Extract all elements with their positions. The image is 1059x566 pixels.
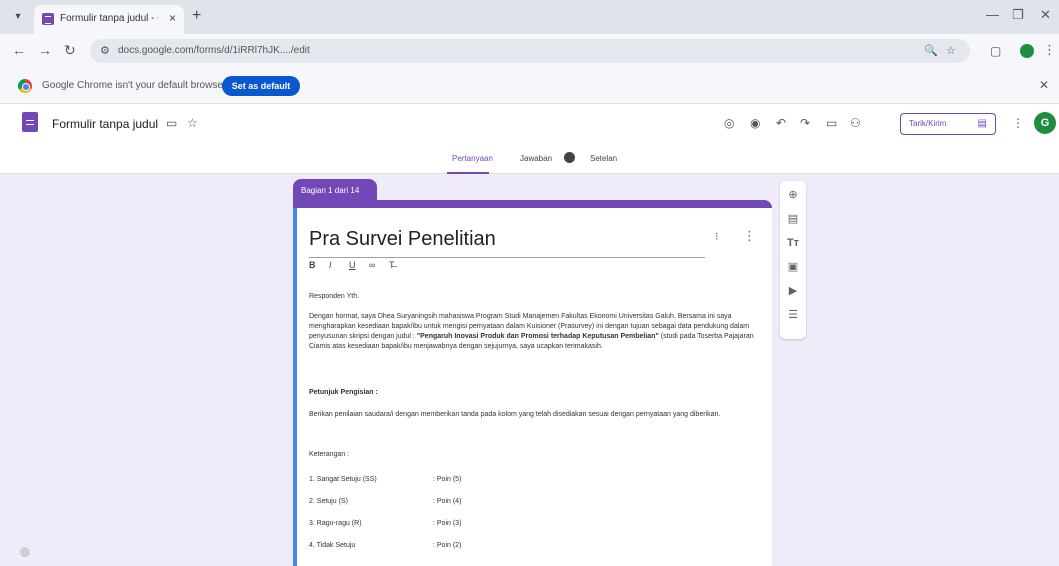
add-section-icon[interactable]: ☰	[785, 307, 801, 323]
back-arrow-icon[interactable]: ←	[12, 42, 26, 58]
set-default-button[interactable]: Set as default	[222, 76, 300, 96]
browser-menu-icon[interactable]: ⋮	[1043, 42, 1056, 58]
forward-arrow-icon[interactable]: →	[38, 42, 52, 58]
legend-label: 3. Ragu-ragu (R)	[309, 520, 362, 527]
redo-icon[interactable]: ↷	[800, 116, 810, 130]
instructions-text: Berikan penilaian saudara/i dengan membe…	[309, 411, 721, 418]
legend-row: 2. Setuju (S) : Poin (4)	[309, 498, 461, 505]
form-tabs: Pertanyaan Jawaban Setelan	[0, 148, 1059, 174]
site-info-icon[interactable]: ⚙	[100, 44, 110, 57]
section-title[interactable]: Pra Survei Penelitian	[309, 228, 705, 258]
legend-row: 1. Sangat Setuju (SS) : Poin (5)	[309, 476, 461, 483]
question-toolbar: ⊕ ▤ Tт ▣ ▶ ☰	[780, 181, 806, 339]
legend-value: : Poin (3)	[433, 520, 462, 527]
extensions-icon[interactable]: ▢	[990, 44, 1001, 58]
default-browser-infobar: Google Chrome isn't your default browser…	[0, 68, 1059, 104]
send-button[interactable]: Tarik/Kirim ▤	[900, 113, 996, 135]
add-collaborator-icon[interactable]: ⚇	[850, 116, 861, 130]
profile-icon[interactable]	[1020, 44, 1034, 58]
add-title-icon[interactable]: Tт	[785, 235, 801, 251]
drag-handle-icon[interactable]: ⁝	[715, 230, 719, 243]
new-tab-plus-icon[interactable]: +	[192, 8, 201, 24]
instructions-heading: Petunjuk Pengisian :	[309, 389, 378, 396]
more-options-icon[interactable]: ⋮	[1012, 116, 1024, 130]
add-image-icon[interactable]: ▣	[785, 259, 801, 275]
form-title[interactable]: Formulir tanpa judul	[52, 117, 158, 131]
tab-search-icon[interactable]: ▾	[10, 9, 26, 25]
legend-value: : Poin (5)	[433, 476, 462, 483]
tab-settings[interactable]: Setelan	[590, 154, 617, 163]
greeting-text: Responden Yth.	[309, 293, 360, 300]
tab-title: Formulir tanpa judul - Google	[60, 13, 158, 24]
address-bar[interactable]: ⚙ docs.google.com/forms/d/1iRRl7hJK..../…	[90, 39, 970, 63]
link-icon[interactable]: ∞	[369, 260, 375, 270]
preview-eye-icon[interactable]: ◉	[750, 116, 760, 130]
legend-row: 4. Tidak Setuju : Poin (2)	[309, 542, 461, 549]
legend-value: : Poin (4)	[433, 498, 462, 505]
star-icon[interactable]: ☆	[187, 116, 198, 130]
bookmark-star-icon[interactable]: ☆	[946, 44, 956, 57]
tab-questions[interactable]: Pertanyaan	[452, 154, 493, 163]
card-focus-accent	[293, 208, 297, 566]
research-title: "Pengaruh Inovasi Produk dan Promosi ter…	[416, 333, 659, 340]
chrome-logo-icon	[18, 79, 32, 93]
folder-icon[interactable]: ▭	[166, 116, 177, 130]
infobar-close-icon[interactable]: ✕	[1039, 78, 1049, 92]
active-tab-indicator	[447, 172, 489, 174]
send-button-label: Tarik/Kirim	[909, 119, 947, 128]
underline-icon[interactable]: U	[349, 260, 356, 270]
legend-label: 2. Setuju (S)	[309, 498, 348, 505]
legend-row: 3. Ragu-ragu (R) : Poin (3)	[309, 520, 461, 527]
legend-label: 1. Sangat Setuju (SS)	[309, 476, 377, 483]
palette-icon[interactable]: ◎	[724, 116, 734, 130]
tab-responses[interactable]: Jawaban	[520, 154, 552, 163]
send-icon: ▤	[977, 118, 987, 129]
section-more-icon[interactable]: ⋮	[743, 228, 756, 244]
restore-icon[interactable]: ❐	[1012, 7, 1024, 23]
legend-value: : Poin (2)	[433, 542, 462, 549]
add-question-icon[interactable]: ⊕	[785, 187, 801, 203]
legend-heading: Keterangan :	[309, 451, 350, 458]
minimize-icon[interactable]: —	[986, 7, 999, 22]
forms-favicon-icon	[42, 13, 54, 25]
section-card[interactable]: Pra Survei Penelitian ⁝ ⋮ B I U ∞ T̶ Res…	[293, 200, 772, 566]
link-icon[interactable]: ▭	[826, 116, 837, 130]
zoom-icon[interactable]: 🔍	[924, 44, 938, 57]
undo-icon[interactable]: ↶	[776, 116, 786, 130]
window-close-icon[interactable]: ✕	[1040, 7, 1051, 23]
browser-tab[interactable]: Formulir tanpa judul - Google ×	[34, 5, 184, 34]
url-text: docs.google.com/forms/d/1iRRl7hJK..../ed…	[118, 45, 310, 56]
browser-toolbar: ← → ↻ ⚙ docs.google.com/forms/d/1iRRl7hJ…	[0, 34, 1059, 68]
browser-tab-strip: ▾ Formulir tanpa judul - Google × + — ❐ …	[0, 0, 1059, 34]
italic-icon[interactable]: I	[329, 260, 332, 270]
import-questions-icon[interactable]: ▤	[785, 211, 801, 227]
close-icon[interactable]: ×	[169, 11, 176, 25]
responses-count-badge	[564, 152, 575, 163]
google-forms-logo-icon[interactable]	[22, 112, 38, 132]
reload-icon[interactable]: ↻	[64, 42, 76, 58]
add-video-icon[interactable]: ▶	[785, 283, 801, 299]
bold-icon[interactable]: B	[309, 260, 316, 270]
intro-paragraph: Dengan hormat, saya Dhea Suryaningsih ma…	[309, 312, 755, 352]
legend-label: 4. Tidak Setuju	[309, 542, 356, 549]
avatar[interactable]: G	[1034, 112, 1056, 134]
clear-format-icon[interactable]: T̶	[389, 260, 395, 270]
forms-header: Formulir tanpa judul ▭ ☆ ◎ ◉ ↶ ↷ ▭ ⚇ Tar…	[0, 104, 1059, 174]
infobar-message: Google Chrome isn't your default browser	[42, 80, 227, 91]
help-icon[interactable]: ◎	[20, 545, 30, 558]
